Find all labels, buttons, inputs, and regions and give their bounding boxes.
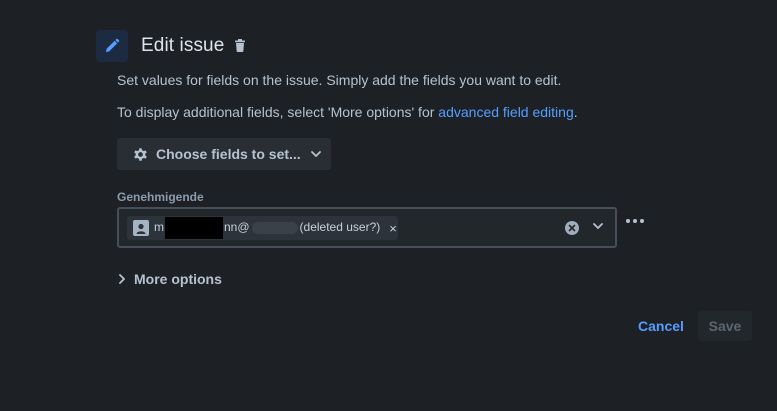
remove-chip-button[interactable]: ×	[389, 221, 397, 236]
chip-text: m nn@ (deleted user?)	[154, 217, 380, 239]
redacted-domain	[251, 222, 298, 234]
approvers-select[interactable]: m nn@ (deleted user?) ×	[117, 207, 617, 248]
dot	[633, 219, 637, 223]
chip-suffix: (deleted user?)	[299, 220, 381, 235]
more-options-label: More options	[134, 271, 222, 287]
description-suffix: .	[573, 104, 578, 120]
description-prefix: To display additional fields, select 'Mo…	[117, 104, 439, 120]
page-title: Edit issue	[141, 35, 225, 56]
pencil-icon	[96, 30, 128, 62]
more-actions-icon[interactable]	[626, 215, 644, 227]
advanced-field-editing-link[interactable]: advanced field editing	[438, 104, 573, 120]
dot	[626, 219, 630, 223]
description-line: Set values for fields on the issue. Simp…	[117, 72, 562, 88]
edit-issue-panel: Edit issue Set values for fields on the …	[0, 0, 777, 411]
cancel-button[interactable]: Cancel	[629, 311, 693, 341]
trash-icon[interactable]	[234, 38, 246, 52]
chevron-right-icon	[119, 274, 125, 284]
gear-icon	[131, 145, 150, 164]
chevron-down-icon	[310, 151, 321, 157]
description-line-link: To display additional fields, select 'Mo…	[117, 104, 578, 120]
more-options-toggle[interactable]: More options	[119, 271, 222, 287]
user-chip: m nn@ (deleted user?) ×	[127, 216, 398, 240]
avatar	[133, 220, 149, 236]
save-button[interactable]: Save	[698, 311, 752, 341]
choose-fields-button[interactable]: Choose fields to set...	[117, 138, 331, 170]
clear-icon[interactable]	[565, 221, 579, 235]
dot	[640, 219, 644, 223]
redacted-block	[165, 217, 223, 239]
chip-prefix: m	[154, 220, 164, 235]
chip-mid: nn@	[224, 220, 250, 235]
dialog-header: Edit issue	[96, 30, 246, 62]
field-label: Genehmigende	[117, 190, 204, 204]
choose-fields-label: Choose fields to set...	[156, 146, 301, 162]
chevron-down-icon[interactable]	[593, 223, 603, 229]
